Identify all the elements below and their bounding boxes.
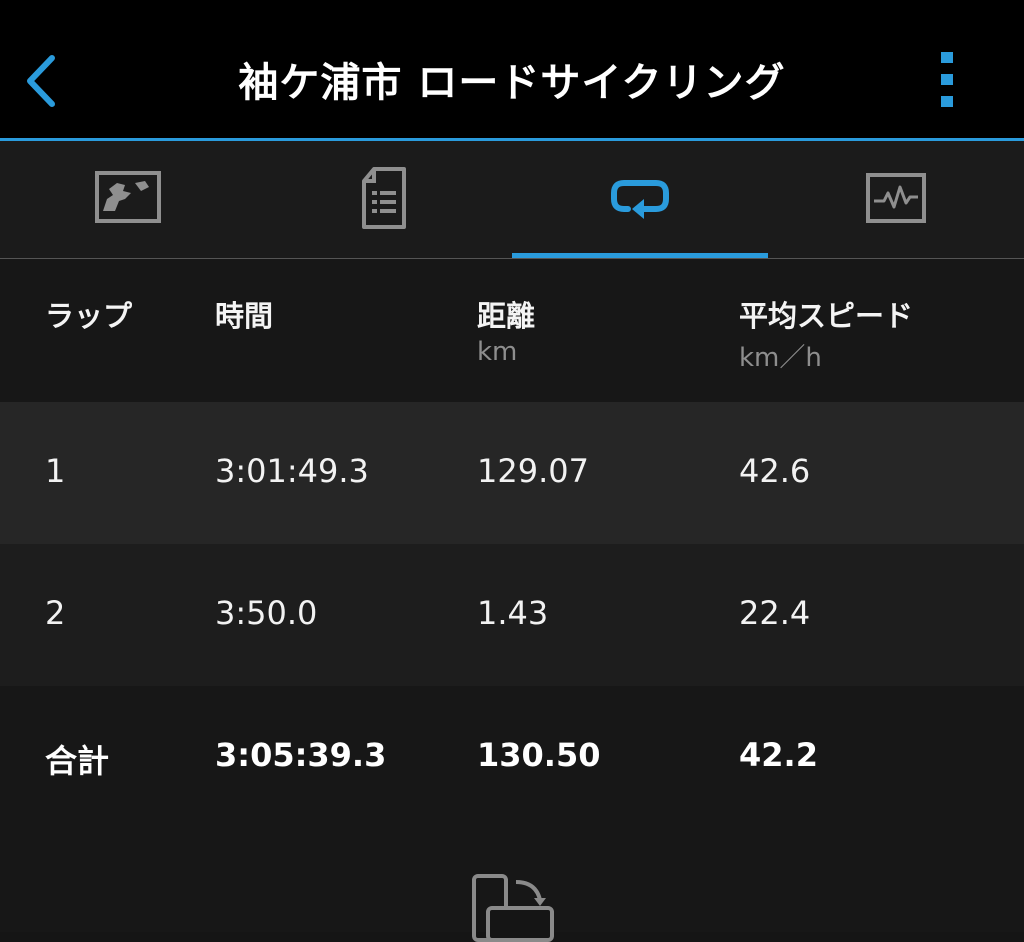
lap-number: 1 [45, 452, 66, 490]
vertical-dots-icon [941, 52, 953, 107]
column-header-lap: ラップ [45, 299, 133, 333]
laps-icon [611, 180, 669, 219]
tab-bar [0, 141, 1024, 259]
tab-laps[interactable] [512, 141, 768, 258]
total-row: 合計 3:05:39.3 130.50 42.2 [0, 686, 1024, 828]
chevron-left-icon [27, 55, 55, 107]
page-title: 袖ケ浦市 ロードサイクリング [238, 60, 786, 106]
lap-avg-speed: 42.6 [739, 452, 811, 490]
tab-charts[interactable] [768, 141, 1024, 258]
column-header-distance: 距離 [477, 299, 536, 333]
lap-distance: 1.43 [477, 594, 549, 632]
active-tab-indicator [512, 253, 768, 258]
more-menu-button[interactable] [924, 44, 972, 114]
lap-time: 3:50.0 [215, 594, 318, 632]
tab-map[interactable] [0, 141, 256, 258]
map-icon [95, 171, 161, 223]
column-unit-distance: km [477, 337, 518, 367]
tab-details[interactable] [256, 141, 512, 258]
total-time: 3:05:39.3 [215, 736, 387, 774]
details-list-icon [362, 167, 406, 229]
column-unit-avg-speed: km／h [739, 343, 822, 373]
lap-number: 2 [45, 594, 66, 632]
chart-icon [866, 173, 926, 223]
total-label: 合計 [45, 742, 110, 780]
lap-distance: 129.07 [477, 452, 589, 490]
back-button[interactable] [18, 44, 68, 114]
lap-time: 3:01:49.3 [215, 452, 369, 490]
column-header-avg-speed: 平均スピード [739, 299, 914, 333]
table-row[interactable]: 1 3:01:49.3 129.07 42.6 [0, 402, 1024, 544]
app-header: 袖ケ浦市 ロードサイクリング [0, 0, 1024, 141]
footer [0, 826, 1024, 942]
total-distance: 130.50 [477, 736, 601, 774]
table-header: ラップ 時間 距離 km 平均スピード km／h [0, 259, 1024, 402]
lap-avg-speed: 22.4 [739, 594, 811, 632]
total-avg-speed: 42.2 [739, 736, 818, 774]
column-header-time: 時間 [215, 299, 274, 333]
table-row[interactable]: 2 3:50.0 1.43 22.4 [0, 544, 1024, 686]
